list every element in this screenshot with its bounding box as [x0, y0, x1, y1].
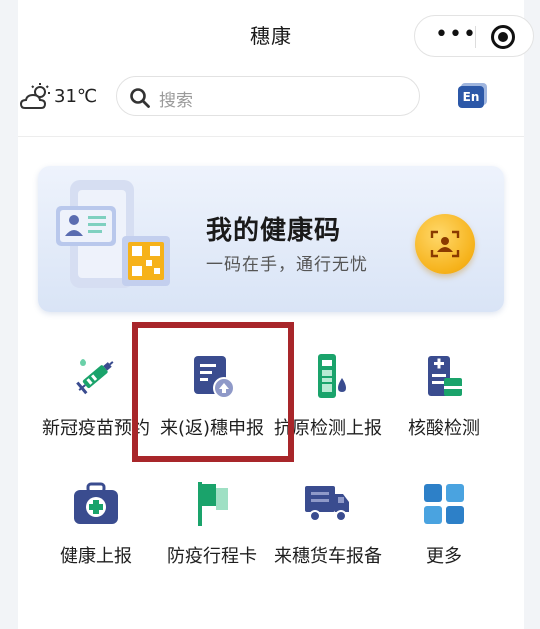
- itinerary-flag-icon: [198, 482, 228, 526]
- service-label: 更多: [426, 546, 462, 567]
- partly-cloudy-icon: [20, 83, 50, 109]
- health-code-card[interactable]: 我的健康码 一码在手，通行无忧: [38, 166, 504, 312]
- capsule-divider: [475, 26, 476, 48]
- nucleic-acid-test-icon: [428, 356, 462, 396]
- health-code-title: 我的健康码: [206, 216, 342, 246]
- service-more[interactable]: 更多: [386, 480, 502, 590]
- title-bar: 穗康 •••: [18, 0, 534, 66]
- service-label: 健康上报: [60, 546, 132, 567]
- language-toggle-button[interactable]: En: [458, 86, 484, 108]
- weather-widget[interactable]: 31℃: [20, 82, 110, 112]
- scan-face-icon: [430, 230, 460, 258]
- header-divider: [18, 136, 524, 137]
- service-health-report[interactable]: 健康上报: [38, 480, 154, 590]
- scan-face-button[interactable]: [415, 214, 475, 274]
- search-bar[interactable]: 搜索: [116, 76, 420, 116]
- service-nucleic-acid[interactable]: 核酸检测: [386, 352, 502, 462]
- service-label: 核酸检测: [408, 418, 480, 439]
- health-code-subtitle: 一码在手，通行无忧: [206, 255, 368, 275]
- search-icon: [130, 88, 150, 108]
- more-options-button[interactable]: •••: [435, 24, 477, 46]
- close-target-icon[interactable]: [491, 25, 515, 49]
- vaccine-syringe-icon: [76, 359, 114, 395]
- phone-id-qr-icon: [56, 180, 170, 288]
- highlight-annotation-box: [132, 322, 294, 462]
- service-truck-report[interactable]: 来穗货车报备: [270, 480, 386, 610]
- more-grid-icon: [424, 484, 464, 524]
- medical-kit-icon: [74, 482, 118, 524]
- antigen-test-icon: [318, 354, 346, 398]
- truck-icon: [305, 486, 349, 522]
- temperature-text: 31℃: [54, 86, 98, 107]
- search-input[interactable]: 搜索: [159, 86, 193, 111]
- service-label: 防疫行程卡: [167, 546, 257, 567]
- mini-program-capsule: •••: [414, 15, 534, 57]
- service-label: 来穗货车报备: [274, 546, 382, 567]
- service-itinerary-card[interactable]: 防疫行程卡: [154, 480, 270, 590]
